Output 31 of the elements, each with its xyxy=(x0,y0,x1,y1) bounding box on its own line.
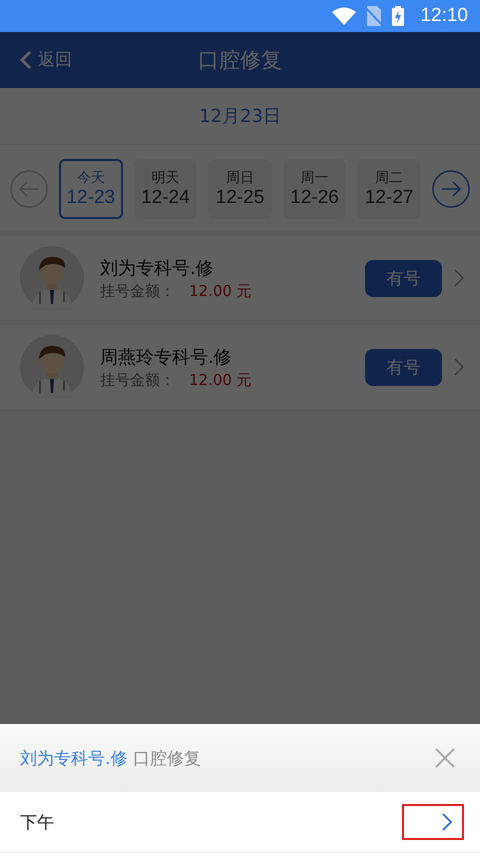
battery-charging-icon xyxy=(392,6,404,26)
time-slot-row[interactable]: 下午 xyxy=(0,792,480,853)
day-tab[interactable]: 周一 12-26 xyxy=(282,159,346,219)
available-button[interactable]: 有号 xyxy=(365,348,442,386)
wifi-icon xyxy=(332,7,356,25)
chevron-right-icon xyxy=(454,269,464,287)
doctor-row[interactable]: 刘为专科号.修 挂号金额： 12.00 元 有号 xyxy=(0,236,480,320)
fee-amount: 12.00 元 xyxy=(189,282,252,300)
day-tab[interactable]: 周日 12-25 xyxy=(208,159,272,219)
back-button[interactable]: 返回 xyxy=(18,46,74,73)
page-title: 口腔修复 xyxy=(198,47,282,74)
available-button[interactable]: 有号 xyxy=(365,260,442,296)
fee-amount: 12.00 元 xyxy=(189,370,252,390)
doctor-avatar xyxy=(20,335,84,399)
back-chevron-icon xyxy=(20,50,32,70)
day-tab[interactable]: 周二 12-27 xyxy=(357,159,421,219)
day-tab[interactable]: 今天 12-23 xyxy=(59,159,123,219)
doctor-row[interactable]: 周燕玲专科号.修 挂号金额： 12.00 元 有号 xyxy=(0,325,480,409)
day-tab[interactable]: 明天 12-24 xyxy=(134,159,198,219)
chevron-right-icon[interactable] xyxy=(442,813,452,831)
doctor-name: 刘为专科号.修 xyxy=(100,256,215,280)
fee-label: 挂号金额： xyxy=(100,282,175,300)
doctor-avatar xyxy=(20,246,84,310)
chevron-right-icon xyxy=(454,358,464,376)
no-sim-icon xyxy=(366,6,382,26)
close-icon[interactable] xyxy=(435,748,455,768)
clock: 12:10 xyxy=(420,5,468,27)
fee-label: 挂号金额： xyxy=(100,370,175,390)
sheet-title: 刘为专科号.修 口腔修复 xyxy=(20,748,201,770)
doctor-name: 周燕玲专科号.修 xyxy=(100,346,233,368)
date-heading: 12月23日 xyxy=(0,88,480,145)
